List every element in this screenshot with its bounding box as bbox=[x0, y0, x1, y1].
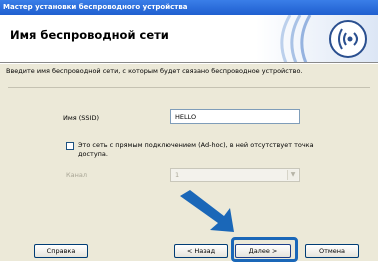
wizard-header: Имя беспроводной сети bbox=[0, 15, 378, 63]
channel-select: 1 ▼ bbox=[170, 168, 300, 182]
chevron-down-icon: ▼ bbox=[287, 170, 298, 180]
instruction-text: Введите имя беспроводной сети, с которым… bbox=[6, 67, 303, 75]
wireless-signal-icon bbox=[256, 15, 378, 62]
back-button[interactable]: < Назад bbox=[174, 244, 228, 258]
channel-value: 1 bbox=[175, 171, 180, 179]
window-title: Мастер установки беспроводного устройств… bbox=[3, 3, 188, 11]
page-title: Имя беспроводной сети bbox=[10, 28, 169, 42]
divider bbox=[8, 87, 370, 88]
ssid-input[interactable] bbox=[170, 109, 300, 124]
cancel-button[interactable]: Отмена bbox=[305, 244, 359, 258]
adhoc-checkbox[interactable] bbox=[66, 142, 74, 150]
help-button[interactable]: Справка bbox=[34, 244, 88, 258]
ssid-label: Имя (SSID) bbox=[63, 114, 99, 122]
pointer-arrow-icon bbox=[180, 190, 234, 232]
window-titlebar: Мастер установки беспроводного устройств… bbox=[0, 0, 378, 15]
next-button[interactable]: Далее > bbox=[235, 244, 291, 258]
adhoc-label[interactable]: Это сеть с прямым подключением (Ad-hoc),… bbox=[78, 141, 318, 159]
channel-label: Канал bbox=[66, 171, 87, 179]
